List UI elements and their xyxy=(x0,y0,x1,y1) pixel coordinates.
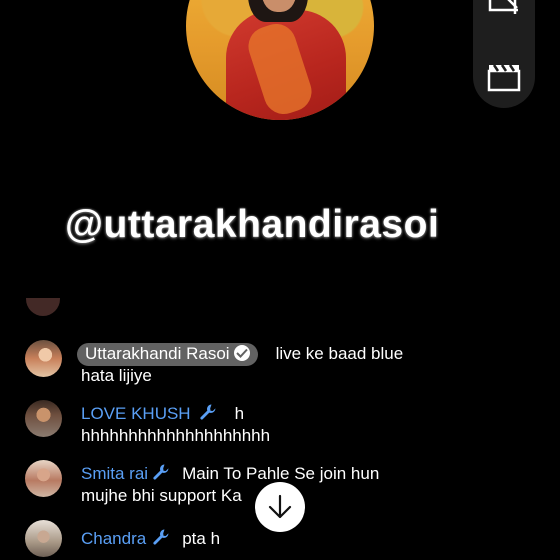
author-name: Uttarakhandi Rasoi xyxy=(85,344,230,363)
chat-message-line: Uttarakhandi Rasoi live ke baad blue xyxy=(77,343,404,366)
chat-message-line: LOVE KHUSH h xyxy=(81,403,244,426)
author-name[interactable]: Smita rai xyxy=(81,464,148,483)
scroll-to-bottom-button[interactable] xyxy=(255,482,305,532)
arrow-down-icon xyxy=(268,494,292,519)
author-name[interactable]: Chandra xyxy=(81,529,146,548)
chat-message-line: Smita rai Main To Pahle Se join hun xyxy=(81,463,379,486)
live-stream-screen: @uttarakhandirasoi Uttarakhandi Rasoi liv… xyxy=(0,0,560,560)
crop-icon[interactable] xyxy=(487,0,521,20)
verified-check-icon xyxy=(233,345,250,361)
message-text-cont: mujhe bhi support Ka xyxy=(81,486,242,505)
message-text-cont: hata lijiye xyxy=(81,366,152,385)
avatar xyxy=(26,298,60,316)
message-text: Main To Pahle Se join hun xyxy=(182,464,380,483)
side-toolbar xyxy=(473,0,535,108)
channel-handle: @uttarakhandirasoi xyxy=(65,203,440,246)
wrench-icon xyxy=(152,463,170,486)
channel-avatar xyxy=(186,0,374,120)
message-text: h xyxy=(234,404,245,423)
message-text-cont: hhhhhhhhhhhhhhhhhhhh xyxy=(81,426,271,445)
avatar xyxy=(25,460,62,497)
avatar xyxy=(25,520,62,557)
faded-chat-row xyxy=(24,298,464,328)
wrench-icon xyxy=(152,528,170,551)
message-text: live ke baad blue xyxy=(275,344,404,363)
avatar xyxy=(25,400,62,437)
avatar xyxy=(25,340,62,377)
clapperboard-icon[interactable] xyxy=(487,62,521,92)
owner-badge[interactable]: Uttarakhandi Rasoi xyxy=(77,343,258,366)
message-text: pta h xyxy=(182,529,221,548)
wrench-icon xyxy=(199,403,217,426)
author-name[interactable]: LOVE KHUSH xyxy=(81,404,191,423)
chat-message-line: Chandra pta h xyxy=(81,528,220,551)
